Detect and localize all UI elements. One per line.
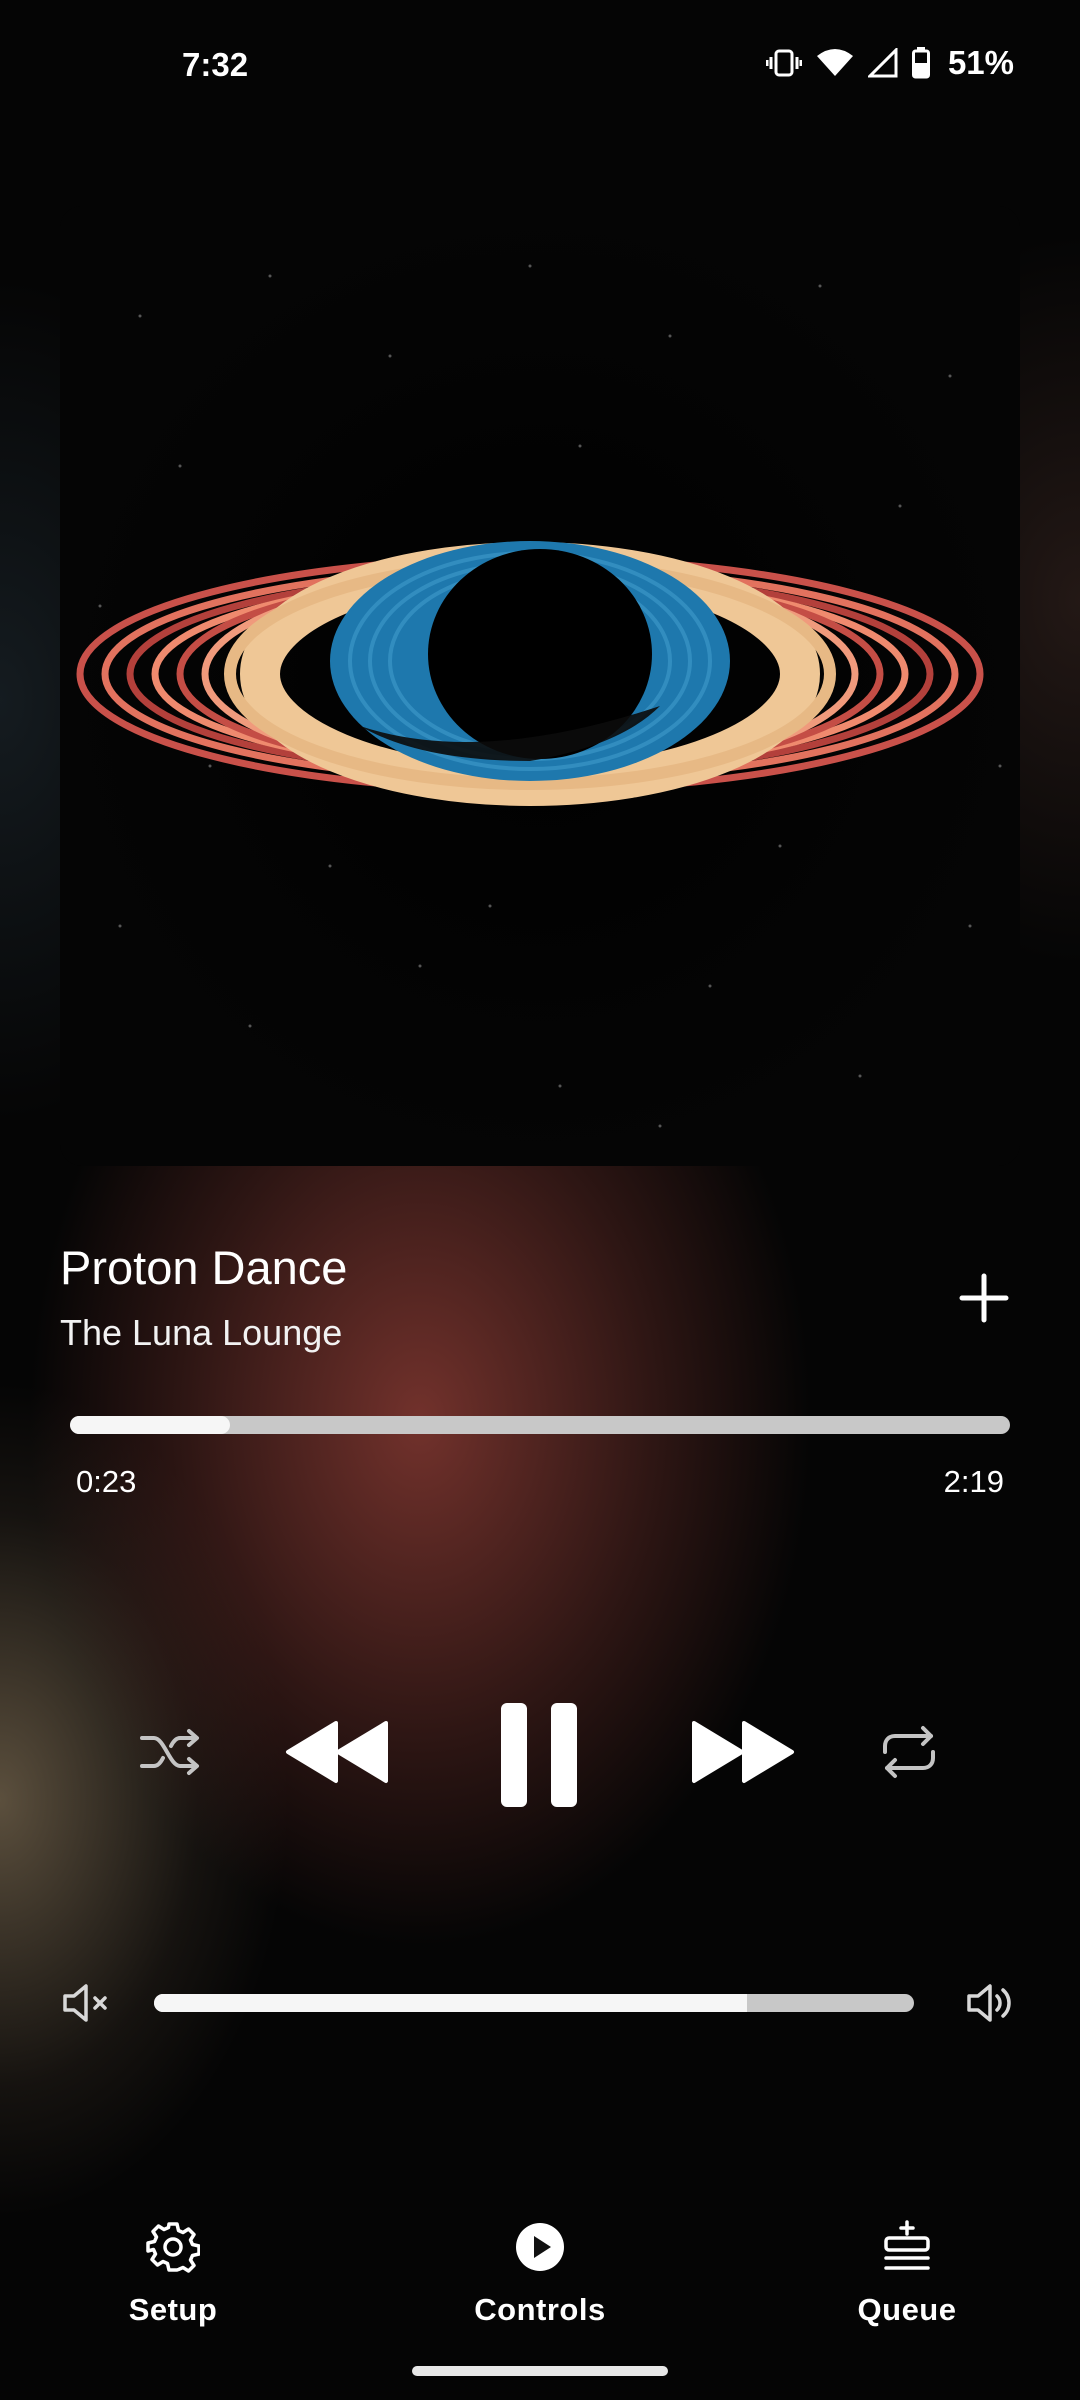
nav-queue[interactable]: Queue [787, 2220, 1027, 2328]
nav-controls[interactable]: Controls [420, 2220, 660, 2328]
pause-icon [501, 1703, 577, 1807]
volume-fill [154, 1994, 747, 2012]
gear-icon [146, 2222, 200, 2273]
nav-setup[interactable]: Setup [53, 2220, 293, 2328]
add-to-queue-button[interactable] [954, 1268, 1014, 1328]
pause-button[interactable] [494, 1700, 584, 1810]
signal-icon [867, 48, 898, 78]
rewind-icon [286, 1721, 388, 1783]
shuffle-icon [140, 1729, 199, 1775]
shuffle-button[interactable] [136, 1722, 206, 1782]
total-time: 2:19 [943, 1464, 1004, 1499]
queue-add-icon [884, 2220, 930, 2270]
volume-slider[interactable] [154, 1994, 914, 2012]
vibrate-icon [765, 49, 802, 77]
volume-mute-icon [63, 1984, 107, 2022]
nav-label-controls: Controls [474, 2292, 606, 2327]
track-artist: The Luna Lounge [60, 1312, 343, 1353]
playback-progress-bar[interactable] [70, 1416, 1010, 1434]
elapsed-time: 0:23 [76, 1464, 137, 1499]
volume-up-icon [967, 1984, 1011, 2022]
battery-icon [911, 47, 930, 79]
repeat-icon [883, 1726, 935, 1778]
volume-up-button[interactable] [962, 1980, 1018, 2026]
rewind-button[interactable] [282, 1716, 392, 1788]
repeat-button[interactable] [874, 1722, 944, 1782]
progress-fill [70, 1416, 230, 1434]
track-title: Proton Dance [60, 1241, 348, 1294]
nav-label-queue: Queue [857, 2292, 957, 2327]
mute-button[interactable] [58, 1980, 114, 2026]
status-time: 7:32 [182, 46, 249, 83]
wifi-icon [816, 49, 853, 76]
bottom-nav: Setup Controls Queue [0, 2220, 1080, 2350]
home-indicator [412, 2366, 668, 2376]
album-art [60, 206, 1020, 1166]
fast-forward-icon [692, 1721, 794, 1783]
battery-percent: 51% [947, 44, 1014, 81]
nav-label-setup: Setup [128, 2292, 218, 2327]
play-circle-icon [516, 2223, 564, 2271]
status-bar: 7:32 51% [0, 0, 1080, 130]
status-icons: 51% [765, 44, 1014, 82]
fast-forward-button[interactable] [688, 1716, 798, 1788]
